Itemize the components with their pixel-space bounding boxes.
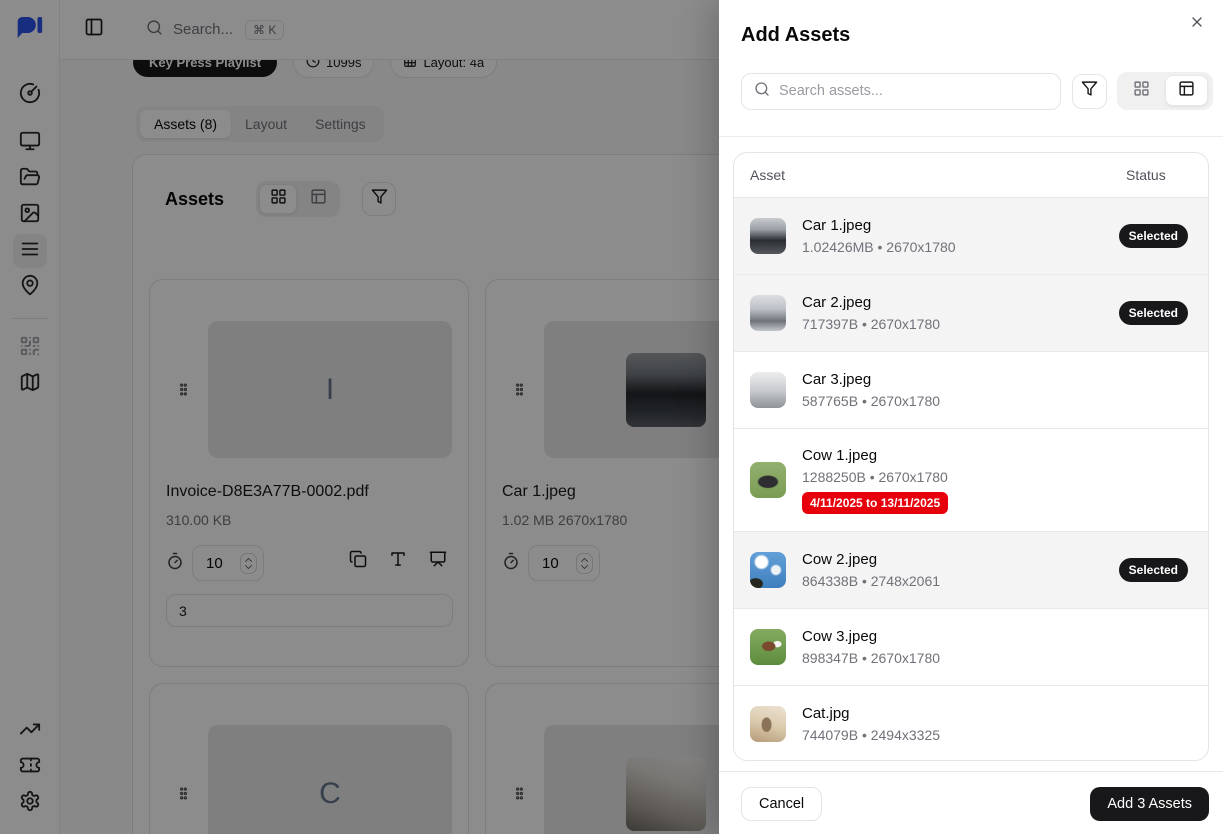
footer-divider — [719, 771, 1223, 772]
drawer-divider — [719, 136, 1223, 137]
table-icon — [1178, 80, 1195, 102]
table-row[interactable]: Cow 1.jpeg 1288250B • 2670x1780 4/11/202… — [734, 428, 1208, 531]
row-thumbnail — [750, 462, 786, 498]
row-thumbnail — [750, 295, 786, 331]
table-row[interactable]: Cat.jpg 744079B • 2494x3325 — [734, 685, 1208, 761]
row-thumbnail — [750, 552, 786, 588]
table-row[interactable]: Car 3.jpeg 587765B • 2670x1780 — [734, 351, 1208, 428]
row-meta: 744079B • 2494x3325 — [802, 727, 940, 743]
row-thumbnail — [750, 629, 786, 665]
row-thumbnail — [750, 218, 786, 254]
row-name: Car 3.jpeg — [802, 371, 940, 388]
drawer-view-toggle — [1117, 72, 1213, 110]
asset-search-field[interactable] — [741, 73, 1061, 110]
schedule-badge: 4/11/2025 to 13/11/2025 — [802, 492, 948, 514]
assets-table: Asset Status Car 1.jpeg 1.02426MB • 2670x… — [733, 152, 1209, 761]
row-name: Cow 3.jpeg — [802, 628, 940, 645]
drawer-toolbar — [741, 72, 1213, 110]
row-name: Car 2.jpeg — [802, 294, 940, 311]
table-row[interactable]: Cow 3.jpeg 898347B • 2670x1780 — [734, 608, 1208, 685]
column-asset: Asset — [750, 167, 1126, 183]
drawer-title: Add Assets — [741, 24, 850, 47]
drawer-table-view-button[interactable] — [1165, 75, 1208, 106]
drawer-grid-view-button[interactable] — [1120, 75, 1163, 106]
row-meta: 717397B • 2670x1780 — [802, 316, 940, 332]
table-row[interactable]: Car 2.jpeg 717397B • 2670x1780 Selected — [734, 274, 1208, 351]
row-name: Car 1.jpeg — [802, 217, 956, 234]
asset-search-input[interactable] — [779, 83, 1048, 99]
status-badge: Selected — [1119, 301, 1188, 325]
table-row[interactable]: Cow 2.jpeg 864338B • 2748x2061 Selected — [734, 531, 1208, 608]
table-header: Asset Status — [734, 153, 1208, 197]
close-icon — [1189, 14, 1205, 35]
close-button[interactable] — [1184, 11, 1210, 37]
row-meta: 1288250B • 2670x1780 — [802, 469, 948, 485]
row-name: Cow 2.jpeg — [802, 551, 940, 568]
drawer-filter-button[interactable] — [1072, 74, 1107, 109]
add-assets-button[interactable]: Add 3 Assets — [1090, 787, 1209, 821]
grid-icon — [1133, 80, 1150, 102]
row-meta: 898347B • 2670x1780 — [802, 650, 940, 666]
status-badge: Selected — [1119, 224, 1188, 248]
row-meta: 864338B • 2748x2061 — [802, 573, 940, 589]
row-meta: 587765B • 2670x1780 — [802, 393, 940, 409]
row-name: Cat.jpg — [802, 705, 940, 722]
status-badge: Selected — [1119, 558, 1188, 582]
row-name: Cow 1.jpeg — [802, 447, 948, 464]
table-row[interactable]: Car 1.jpeg 1.02426MB • 2670x1780 Selected — [734, 197, 1208, 274]
add-assets-drawer: Add Assets Asset Status Car 1.jpeg 1.0242… — [719, 0, 1223, 834]
cancel-button[interactable]: Cancel — [741, 787, 822, 821]
funnel-icon — [1081, 80, 1098, 102]
search-icon — [754, 81, 770, 102]
row-thumbnail — [750, 706, 786, 742]
row-thumbnail — [750, 372, 786, 408]
row-meta: 1.02426MB • 2670x1780 — [802, 239, 956, 255]
column-status: Status — [1126, 167, 1188, 183]
